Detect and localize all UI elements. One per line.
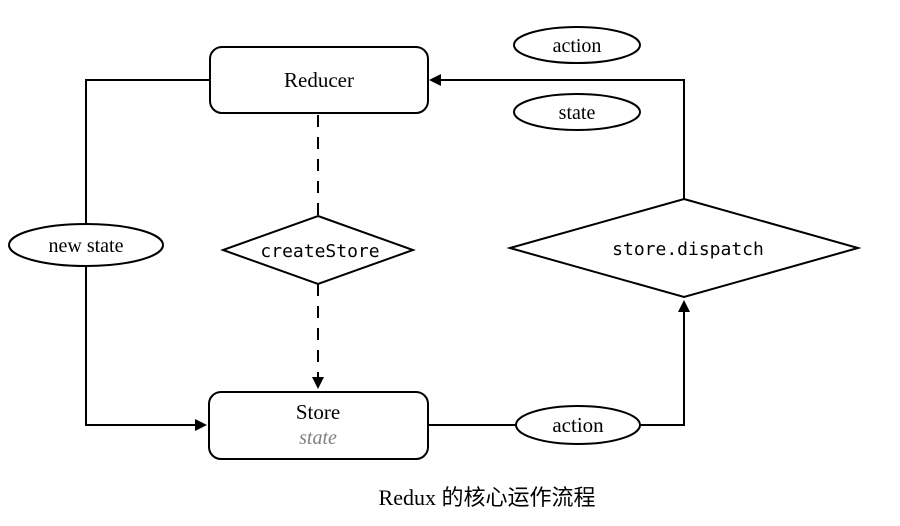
new-state-edge-lower xyxy=(85,266,207,431)
state-top-label: state xyxy=(513,93,641,131)
action-top-text: action xyxy=(553,35,602,57)
new-state-edge xyxy=(85,79,210,224)
dispatch-node: store.dispatch xyxy=(506,197,862,299)
new-state-label: new state xyxy=(8,223,164,267)
state-top-text: state xyxy=(559,102,596,124)
new-state-text: new state xyxy=(49,235,124,257)
store-node: Store state xyxy=(208,391,429,460)
action-dispatch-edge xyxy=(640,300,690,426)
createstore-label: createStore xyxy=(260,241,379,262)
action-bottom-text: action xyxy=(552,413,604,437)
store-label: Store xyxy=(296,400,340,424)
reducer-node: Reducer xyxy=(209,46,429,114)
createstore-node: createStore xyxy=(220,214,416,286)
store-state-sublabel: state xyxy=(299,427,337,449)
action-top-label: action xyxy=(513,26,641,64)
dispatch-label: store.dispatch xyxy=(612,239,764,260)
redux-flow-diagram: Reducer Store state createStore store.di… xyxy=(8,26,862,510)
reducer-label: Reducer xyxy=(284,68,354,92)
diagram-caption: Redux 的核心运作流程 xyxy=(379,485,596,510)
action-bottom-label: action xyxy=(515,405,641,445)
